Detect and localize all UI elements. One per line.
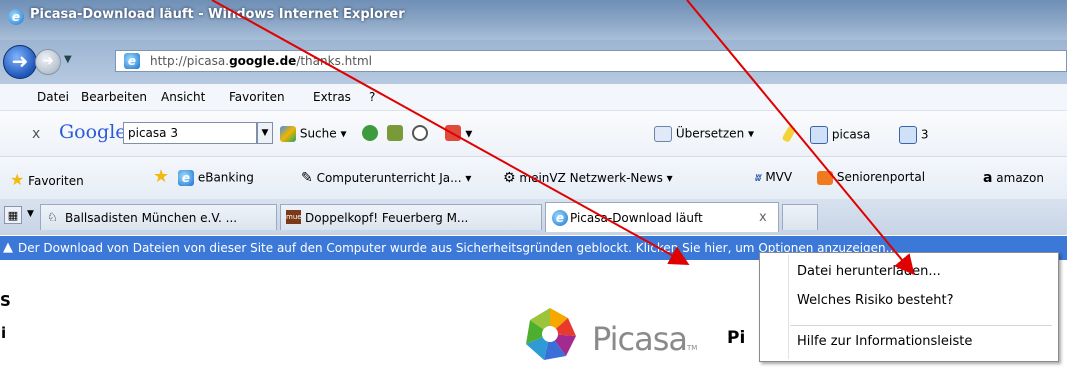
seniorenportal-icon [817, 170, 833, 185]
tab-doppelkopf[interactable]: mue Doppelkopf! Feuerberg M... [280, 204, 542, 230]
pencil-icon: ✎ [301, 170, 313, 186]
menu-item-information-bar-help[interactable]: Hilfe zur Informationsleiste [797, 334, 972, 349]
search-term-picasa[interactable]: picasa [810, 126, 870, 144]
download-blocked-icon: ▲ [3, 240, 13, 255]
menu-separator [790, 325, 1052, 326]
tab-list-dropdown-icon[interactable]: ▼ [27, 209, 34, 219]
fav-meinvz[interactable]: ⚙ meinVZ Netzwerk-News ▾ [503, 170, 673, 186]
search-dropdown-icon[interactable]: ▼ [257, 122, 273, 144]
menu-bearbeiten[interactable]: Bearbeiten [81, 90, 147, 104]
ballsadisten-icon: ♘ [47, 210, 58, 224]
back-button[interactable]: ➜ [3, 45, 37, 79]
menu-ansicht[interactable]: Ansicht [161, 90, 205, 104]
highlight-button[interactable] [781, 125, 797, 143]
history-dropdown-icon[interactable]: ▼ [64, 54, 72, 65]
menu-item-what-is-the-risk[interactable]: Welches Risiko besteht? [797, 293, 954, 308]
background-fragment: S [0, 292, 11, 310]
translate-icon [654, 126, 672, 142]
fav-mvv[interactable]: ʬ MVV [755, 170, 792, 184]
amazon-icon: a [983, 170, 993, 186]
ie-logo-icon: e [8, 9, 24, 25]
gear-icon: ⚙ [503, 170, 516, 186]
window-title: Picasa-Download läuft - Windows Internet… [30, 7, 405, 22]
google-search-input[interactable] [124, 123, 242, 143]
fav-seniorenportal[interactable]: Seniorenportal [817, 170, 925, 185]
search-term-3[interactable]: 3 [899, 126, 928, 144]
menu-item-download-file[interactable]: Datei herunterladen... [797, 264, 941, 279]
forward-button[interactable]: ➜ [35, 49, 61, 75]
menu-gutter [788, 255, 789, 359]
fav-ebanking[interactable]: e eBanking [178, 170, 254, 186]
tab-close-button[interactable]: x [759, 210, 767, 225]
mvv-icon: ʬ [755, 171, 762, 184]
toolbar-icons-group: ▼ [362, 125, 472, 141]
picasa-logo-icon [526, 308, 576, 360]
google-search-box[interactable] [123, 122, 257, 144]
information-bar-context-menu: Datei herunterladen... Welches Risiko be… [759, 252, 1059, 362]
tab-ballsadisten[interactable]: ♘ Ballsadisten München e.V. ... [40, 204, 277, 230]
page-heading: Pi [727, 328, 746, 348]
popup-blocker-icon[interactable] [445, 125, 462, 141]
photo-icon[interactable] [386, 125, 403, 141]
translate-button[interactable]: Übersetzen ▾ [654, 126, 754, 142]
tab-picasa-download[interactable]: e Picasa-Download läuft x [545, 202, 779, 232]
page-favicon-icon: e [124, 53, 140, 69]
address-bar[interactable]: e http://picasa.google.de/thanks.html [115, 50, 1067, 72]
magnifier-icon [899, 126, 917, 144]
star-icon: ★ [10, 170, 25, 189]
ie-page-icon: e [552, 210, 568, 226]
magnifier-icon [810, 126, 828, 144]
globe-icon[interactable] [362, 125, 378, 141]
menu-favoriten[interactable]: Favoriten [229, 90, 285, 104]
address-url[interactable]: http://picasa.google.de/thanks.html [150, 54, 372, 68]
google-logo: Google [59, 121, 127, 143]
ie-page-icon: e [178, 170, 194, 186]
new-tab-button[interactable] [782, 204, 818, 230]
google-search-icon [280, 126, 296, 142]
popup-dropdown-icon[interactable]: ▼ [465, 130, 472, 140]
compass-icon[interactable] [411, 125, 428, 141]
add-favorite-icon[interactable]: ★ [153, 166, 169, 187]
menu-datei[interactable]: Datei [37, 90, 69, 104]
fav-computerunterricht[interactable]: ✎ Computerunterricht Ja... ▾ [301, 170, 471, 186]
doppelkopf-icon: mue [286, 210, 302, 224]
fav-amazon[interactable]: a amazon [983, 170, 1044, 186]
toolbar-close-button[interactable]: x [32, 126, 40, 142]
picasa-logo-text: PicasaTM [592, 320, 698, 358]
menu-help[interactable]: ? [369, 90, 375, 104]
favorites-button[interactable]: ★ Favoriten [10, 170, 84, 189]
search-button[interactable]: Suche ▾ [280, 126, 346, 142]
background-fragment: i [1, 324, 7, 342]
menu-extras[interactable]: Extras [313, 90, 351, 104]
quick-tabs-icon[interactable]: ▦ [4, 206, 22, 224]
